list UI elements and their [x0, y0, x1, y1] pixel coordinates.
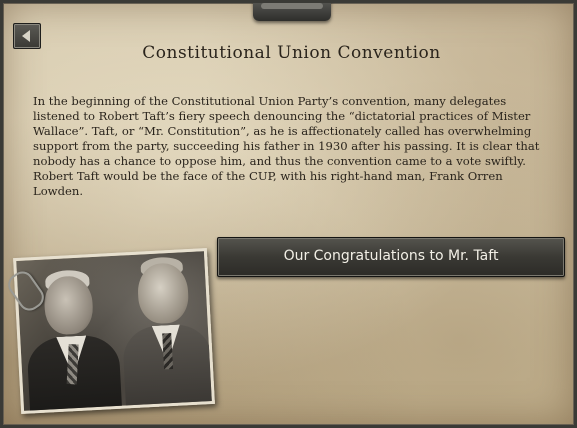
event-title: Constitutional Union Convention	[142, 43, 441, 63]
back-arrow-icon	[22, 30, 30, 42]
event-option-label: Our Congratulations to Mr. Taft	[283, 248, 499, 264]
event-description: In the beginning of the Constitutional U…	[33, 94, 540, 198]
event-option-button[interactable]: Our Congratulations to Mr. Taft	[217, 237, 565, 277]
event-photo	[13, 248, 215, 414]
clipboard-clip	[253, 3, 331, 21]
portrait-lowden	[116, 253, 215, 410]
event-window: Constitutional Union Convention In the b…	[0, 0, 577, 428]
